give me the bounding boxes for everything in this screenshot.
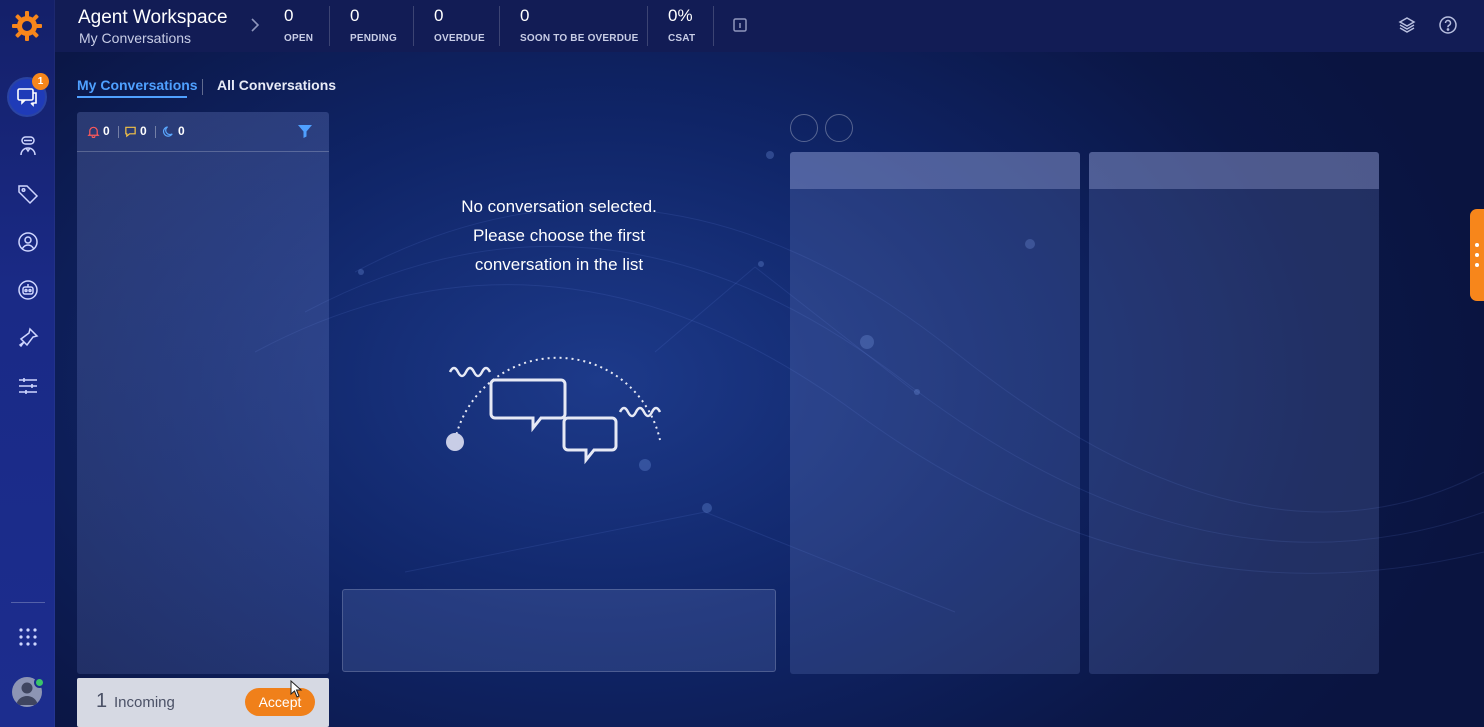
active-tab-indicator (77, 96, 187, 98)
moon-icon (162, 125, 173, 137)
snoozed-counter[interactable]: 0 (162, 124, 185, 138)
stat-separator (499, 6, 500, 46)
sidebar-item-bot[interactable] (12, 274, 43, 305)
stat-open-label: OPEN (284, 33, 314, 44)
stat-separator (647, 6, 648, 46)
incoming-count: 1 (96, 690, 108, 712)
empty-state-line-2: Please choose the first (473, 226, 645, 245)
tags-icon (17, 184, 38, 204)
stat-soon-overdue-label: SOON TO BE OVERDUE (520, 33, 639, 44)
info-panel-header (1089, 152, 1379, 189)
contacts-icon (17, 231, 38, 252)
empty-state-line-3: conversation in the list (474, 255, 644, 274)
stat-overdue-label: OVERDUE (434, 33, 485, 44)
stat-csat[interactable]: 0% CSAT (668, 6, 695, 44)
sidebar-divider (11, 602, 45, 603)
stat-csat-label: CSAT (668, 33, 696, 44)
sidebar-item-automation[interactable] (12, 322, 43, 353)
alerts-counter[interactable]: 0 (87, 124, 110, 138)
drawer-dot (1475, 263, 1479, 267)
mouse-cursor-icon (290, 680, 303, 698)
drawer-dot (1475, 243, 1479, 247)
tab-my-conversations[interactable]: My Conversations (77, 77, 198, 93)
tab-all-conversations[interactable]: All Conversations (217, 77, 336, 93)
counter-separator (118, 126, 119, 138)
details-panel-header (790, 152, 1080, 189)
chat-bubbles-illustration (446, 356, 662, 465)
bot-icon (17, 279, 38, 300)
sidebar-item-tags[interactable] (12, 178, 43, 209)
settings-sliders-icon (18, 377, 37, 394)
filter-icon[interactable] (297, 123, 313, 139)
stat-separator (413, 6, 414, 46)
message-icon (125, 126, 136, 137)
top-bar: Agent Workspace My Conversations 0 OPEN … (55, 0, 1484, 52)
empty-state-message: No conversation selected. Please choose … (420, 192, 698, 279)
agent-icon (19, 135, 36, 155)
panel-toggle-icon[interactable] (730, 15, 750, 35)
stat-open[interactable]: 0 OPEN (284, 6, 313, 44)
loading-circle-placeholder (825, 114, 853, 142)
drawer-dot (1475, 253, 1479, 257)
tab-separator (202, 79, 203, 95)
stat-separator (713, 6, 714, 46)
brand-logo-icon (12, 11, 42, 41)
empty-state-line-1: No conversation selected. (461, 197, 657, 216)
left-sidebar: 1 (0, 0, 55, 727)
stat-soon-overdue[interactable]: 0 SOON TO BE OVERDUE (520, 6, 638, 44)
sidebar-item-conversations[interactable]: 1 (9, 73, 49, 115)
chevron-right-icon[interactable] (250, 18, 260, 32)
stat-pending[interactable]: 0 PENDING (350, 6, 397, 44)
sidebar-item-contacts[interactable] (12, 226, 43, 257)
incoming-label: Incoming (114, 694, 175, 711)
stat-soon-overdue-value: 0 (520, 6, 530, 25)
sidebar-item-apps[interactable] (12, 621, 43, 652)
layers-icon[interactable] (1397, 15, 1417, 35)
notification-badge: 1 (32, 73, 49, 90)
bell-icon (87, 126, 100, 138)
loading-circle-placeholder (790, 114, 818, 142)
accept-button[interactable]: Accept (245, 688, 315, 716)
messages-counter[interactable]: 0 (124, 124, 147, 138)
details-panel-placeholder (790, 152, 1080, 674)
sidebar-item-agent[interactable] (12, 130, 43, 161)
snoozed-count: 0 (178, 124, 185, 138)
stat-pending-label: PENDING (350, 33, 397, 44)
conversation-list-header: 0 0 0 (77, 112, 329, 152)
info-panel-placeholder (1089, 152, 1379, 674)
counter-separator (155, 126, 156, 138)
stat-overdue-value: 0 (434, 6, 444, 25)
help-icon[interactable] (1438, 15, 1458, 35)
apps-grid-icon (18, 627, 37, 646)
online-status-icon (34, 677, 45, 688)
workspace-title: Agent Workspace (78, 7, 228, 28)
reply-composer-placeholder (342, 589, 776, 672)
stat-csat-value: 0% (668, 6, 693, 25)
sidebar-item-settings[interactable] (12, 370, 43, 401)
alerts-count: 0 (103, 124, 110, 138)
stat-open-value: 0 (284, 6, 294, 25)
workspace-subtitle: My Conversations (79, 30, 192, 46)
stat-pending-value: 0 (350, 6, 360, 25)
messages-count: 0 (140, 124, 147, 138)
stat-overdue[interactable]: 0 OVERDUE (434, 6, 485, 44)
automation-icon (18, 327, 38, 347)
side-drawer-handle[interactable] (1470, 209, 1484, 301)
stat-separator (329, 6, 330, 46)
conversation-list-panel: 0 0 0 (77, 112, 329, 674)
